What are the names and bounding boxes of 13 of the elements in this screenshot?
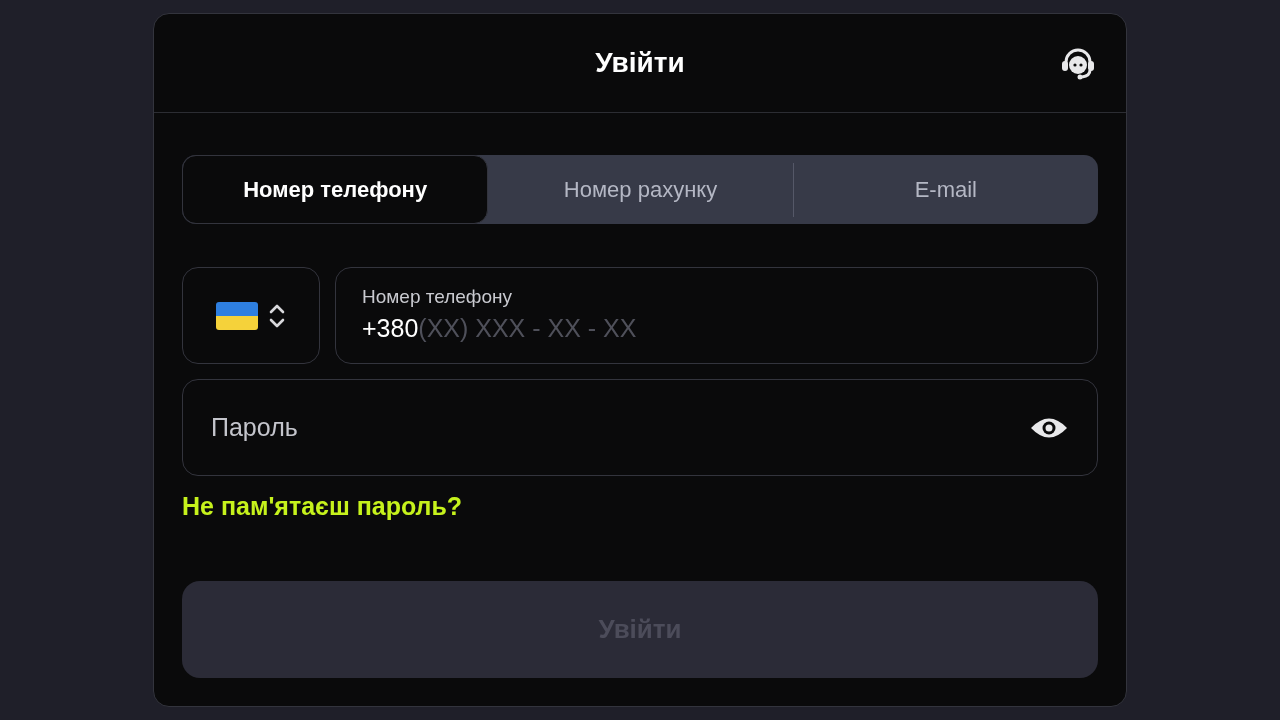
ukraine-flag-icon [216,301,258,330]
tab[interactable]: Номер телефону [182,155,489,224]
password-input[interactable]: Пароль [211,413,1029,442]
phone-field[interactable]: Номер телефону +380(XX) XXX - XX - XX [335,267,1098,364]
password-field[interactable]: Пароль [182,379,1098,476]
phone-input[interactable]: (XX) XXX - XX - XX [418,314,1071,343]
dialog-title: Увійти [595,47,685,79]
tab[interactable]: Номер рахунку [488,155,793,224]
tab[interactable]: E-mail [793,155,1098,224]
forgot-password-link[interactable]: Не пам'ятаєш пароль? [182,492,463,521]
phone-prefix: +380 [362,314,419,343]
country-selector[interactable] [182,267,320,364]
field-label: Номер телефону [362,286,514,308]
